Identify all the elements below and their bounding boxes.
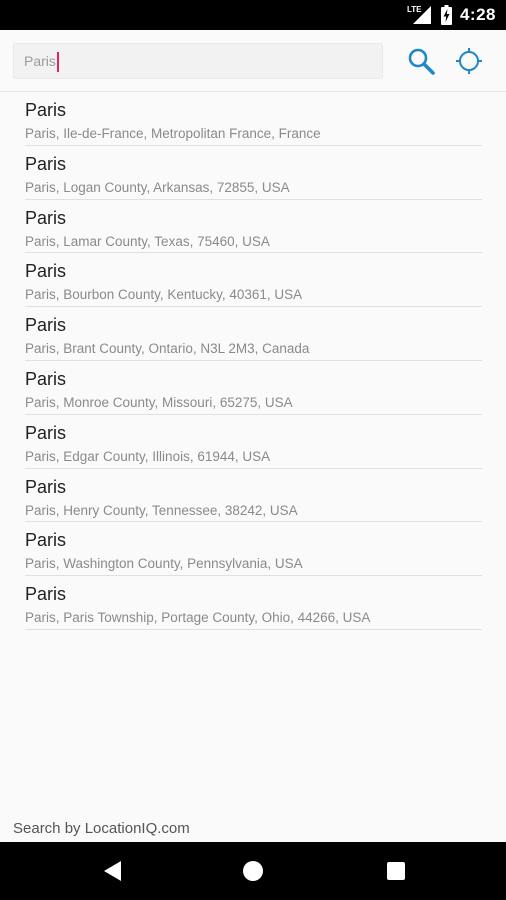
back-icon — [104, 861, 121, 881]
result-subtitle: Paris, Edgar County, Illinois, 61944, US… — [25, 448, 271, 464]
my-location-icon — [456, 48, 482, 74]
result-item[interactable]: Paris Paris, Paris Township, Portage Cou… — [25, 576, 482, 630]
text-cursor — [57, 52, 59, 72]
status-bar: LTE 4:28 — [0, 0, 506, 30]
search-icon — [408, 48, 435, 75]
attribution-text: Search by LocationIQ.com — [13, 820, 190, 837]
recents-icon — [387, 862, 405, 880]
result-item[interactable]: Paris Paris, Edgar County, Illinois, 619… — [25, 415, 482, 469]
result-title: Paris — [25, 261, 67, 282]
result-title: Paris — [25, 153, 67, 174]
home-icon — [243, 861, 263, 881]
result-subtitle: Paris, Henry County, Tennessee, 38242, U… — [25, 502, 298, 518]
search-field-container[interactable] — [13, 43, 383, 79]
search-input[interactable] — [24, 44, 374, 78]
result-subtitle: Paris, Logan County, Arkansas, 72855, US… — [25, 179, 290, 195]
lte-signal-icon: LTE — [407, 5, 433, 25]
result-subtitle: Paris, Paris Township, Portage County, O… — [25, 610, 371, 626]
result-subtitle: Paris, Brant County, Ontario, N3L 2M3, C… — [25, 341, 310, 357]
search-button[interactable] — [404, 44, 438, 78]
result-subtitle: Paris, Lamar County, Texas, 75460, USA — [25, 233, 270, 249]
result-title: Paris — [25, 368, 67, 389]
home-button[interactable] — [238, 856, 268, 886]
back-button[interactable] — [97, 856, 127, 886]
result-item[interactable]: Paris Paris, Washington County, Pennsylv… — [25, 522, 482, 577]
search-bar — [0, 30, 506, 92]
my-location-button[interactable] — [452, 44, 486, 78]
result-title: Paris — [25, 422, 67, 443]
result-subtitle: Paris, Bourbon County, Kentucky, 40361, … — [25, 287, 303, 303]
result-item[interactable]: Paris Paris, Lamar County, Texas, 75460,… — [25, 200, 482, 254]
navigation-bar — [0, 842, 506, 900]
result-subtitle: Paris, Washington County, Pennsylvania, … — [25, 556, 303, 572]
result-item[interactable]: Paris Paris, Henry County, Tennessee, 38… — [25, 469, 482, 523]
results-list: Paris Paris, Ile-de-France, Metropolitan… — [0, 92, 506, 630]
battery-charging-icon — [440, 5, 452, 25]
result-item[interactable]: Paris Paris, Monroe County, Missouri, 65… — [25, 361, 482, 415]
result-item[interactable]: Paris Paris, Bourbon County, Kentucky, 4… — [25, 253, 482, 308]
recents-button[interactable] — [381, 856, 411, 886]
result-title: Paris — [25, 315, 67, 336]
result-title: Paris — [25, 530, 67, 551]
result-title: Paris — [25, 584, 67, 605]
result-title: Paris — [25, 476, 67, 497]
result-item[interactable]: Paris Paris, Ile-de-France, Metropolitan… — [25, 92, 482, 146]
clock: 4:28 — [459, 5, 496, 24]
result-subtitle: Paris, Monroe County, Missouri, 65275, U… — [25, 394, 293, 410]
result-item[interactable]: Paris Paris, Logan County, Arkansas, 728… — [25, 146, 482, 200]
result-item[interactable]: Paris Paris, Brant County, Ontario, N3L … — [25, 307, 482, 361]
result-subtitle: Paris, Ile-de-France, Metropolitan Franc… — [25, 126, 321, 141]
result-title: Paris — [25, 207, 67, 228]
result-title: Paris — [25, 100, 67, 120]
